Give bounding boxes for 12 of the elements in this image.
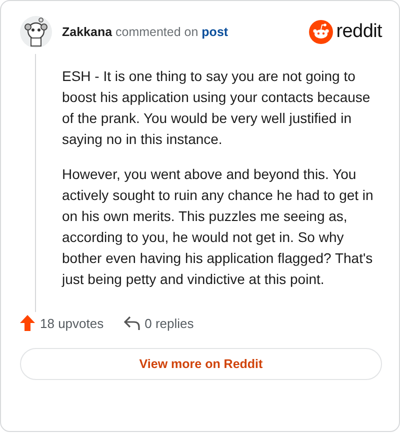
post-link[interactable]: post [202, 25, 228, 39]
reply-count: 0 replies [144, 316, 194, 330]
upvote-count: 18 upvotes [40, 316, 104, 330]
avatar-icon [20, 16, 52, 48]
comment-paragraph: ESH - It is one thing to say you are not going to boost his application using your contacts because of the prank. You would be very well justified in saying no in this instance. [62, 67, 372, 149]
reddit-logo-icon [309, 20, 334, 44]
comment-byline: Zakkana commented on post [62, 25, 230, 39]
view-more-button[interactable]: View more on Reddit [20, 348, 382, 380]
comment-paragraph: However, you went above and beyond this. You actively sought to ruin any chance he had to get in on his own merits. This puzzles me seeing as, according to you, he would not get in. So why bother even having his application flagged? That's just being petty and vindictive at this point. [62, 165, 374, 289]
reply-arrow-icon [124, 316, 140, 330]
brand-name: reddit [336, 21, 382, 43]
upvote-arrow-icon [20, 315, 35, 331]
